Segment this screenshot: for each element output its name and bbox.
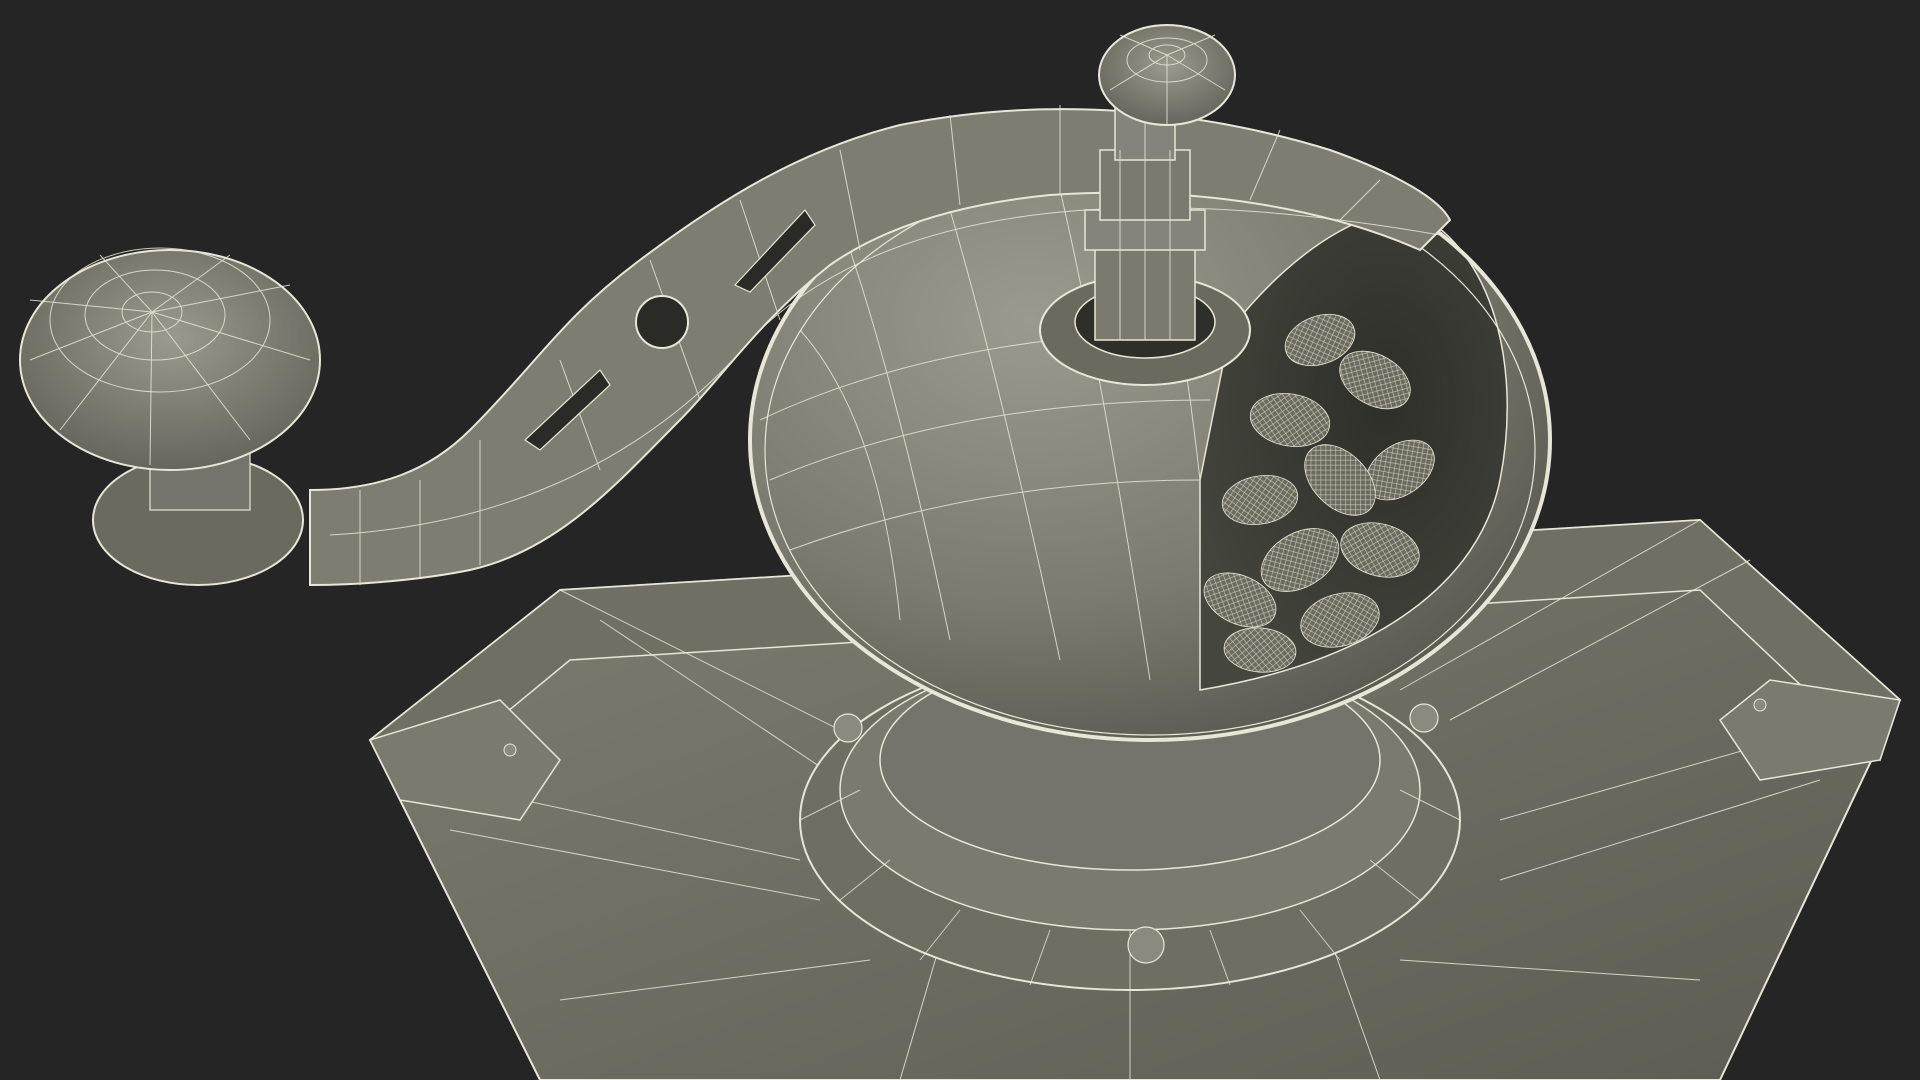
crank-knob <box>19 247 321 586</box>
crank-hole <box>635 295 689 349</box>
screw-right <box>1409 703 1439 733</box>
screw-left <box>833 713 863 743</box>
render-viewport <box>0 0 1920 1080</box>
screw-front <box>1127 926 1165 964</box>
wireframe-render <box>19 24 1902 1080</box>
